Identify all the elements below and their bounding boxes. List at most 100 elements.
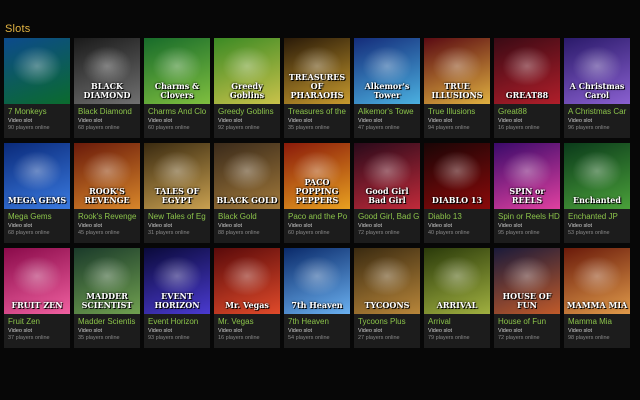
game-thumbnail[interactable]: Alkemor's Tower xyxy=(354,38,420,104)
game-thumbnail[interactable]: TALES OF EGYPT xyxy=(144,143,210,209)
game-card[interactable]: BLACK GOLD Black Gold Video slot 88 players… xyxy=(214,143,280,243)
game-thumbnail[interactable]: MEGA GEMS xyxy=(4,143,70,209)
thumbnail-artwork xyxy=(222,46,272,86)
game-name[interactable]: Spin or Reels HD xyxy=(498,212,560,222)
game-name[interactable]: 7 Monkeys xyxy=(8,107,70,117)
thumbnail-artwork xyxy=(502,151,552,191)
game-thumbnail[interactable]: Greedy Goblins xyxy=(214,38,280,104)
game-card[interactable]: MADDER SCIENTIST Madder Scientis Video slo… xyxy=(74,248,140,348)
game-thumbnail[interactable]: Enchanted xyxy=(564,143,630,209)
game-thumbnail[interactable]: A Christmas Carol xyxy=(564,38,630,104)
game-thumbnail[interactable]: HOUSE OF FUN xyxy=(494,248,560,314)
game-card[interactable]: TYCOONS Tycoons Plus Video slot 27 players … xyxy=(354,248,420,348)
game-name[interactable]: Tycoons Plus xyxy=(358,317,420,327)
game-card[interactable]: GREAT88 Great88 Video slot 16 players onlin… xyxy=(494,38,560,138)
game-name[interactable]: Charms And Clo xyxy=(148,107,210,117)
game-name[interactable]: Mega Gems xyxy=(8,212,70,222)
game-thumbnail[interactable]: Mr. Vegas xyxy=(214,248,280,314)
game-card[interactable]: SPIN or REELS Spin or Reels HD Video slot 9… xyxy=(494,143,560,243)
game-card[interactable]: EVENT HORIZON Event Horizon Video slot 93 p… xyxy=(144,248,210,348)
game-name[interactable]: Madder Scientis xyxy=(78,317,140,327)
game-logo: BLACK GOLD xyxy=(216,195,278,205)
game-name[interactable]: Enchanted JP xyxy=(568,212,630,222)
game-card[interactable]: Mr. Vegas Mr. Vegas Video slot 16 players o… xyxy=(214,248,280,348)
game-card[interactable]: TRUE ILLUSIONS True Illusions Video slot 94… xyxy=(424,38,490,138)
game-name[interactable]: Treasures of the xyxy=(288,107,350,117)
game-info: Arrival Video slot 79 players online xyxy=(424,314,490,342)
game-name[interactable]: Fruit Zen xyxy=(8,317,70,327)
game-info: Enchanted JP Video slot 53 players online xyxy=(564,209,630,237)
game-name[interactable]: Good Girl, Bad G xyxy=(358,212,420,222)
game-card[interactable]: ROOK'S REVENGE Rook's Revenge Video slot 45… xyxy=(74,143,140,243)
game-info: Alkemor's Towe Video slot 47 players onlin… xyxy=(354,104,420,132)
game-logo: HOUSE OF FUN xyxy=(502,291,552,310)
game-name[interactable]: 7th Heaven xyxy=(288,317,350,327)
game-logo: PACO POPPING PEPPERS xyxy=(295,177,339,205)
game-type: Video slot xyxy=(358,118,383,124)
game-type: Video slot xyxy=(218,223,243,229)
game-name[interactable]: Black Diamond xyxy=(78,107,140,117)
game-name[interactable]: Paco and the Po xyxy=(288,212,350,222)
game-name[interactable]: Alkemor's Towe xyxy=(358,107,420,117)
game-name[interactable]: Rook's Revenge xyxy=(78,212,140,222)
game-card[interactable]: Charms & Clovers Charms And Clo Video slot… xyxy=(144,38,210,138)
game-name[interactable]: New Tales of Eg xyxy=(148,212,210,222)
game-name[interactable]: Event Horizon xyxy=(148,317,210,327)
game-thumbnail[interactable]: MADDER SCIENTIST xyxy=(74,248,140,314)
game-thumbnail[interactable]: TREASURES OF PHARAOHS xyxy=(284,38,350,104)
game-card[interactable]: Enchanted Enchanted JP Video slot 53 player… xyxy=(564,143,630,243)
players-online: 94 players online xyxy=(428,125,470,131)
game-thumbnail[interactable] xyxy=(4,38,70,104)
game-name[interactable]: House of Fun xyxy=(498,317,560,327)
game-card[interactable]: 7th Heaven 7th Heaven Video slot 54 players… xyxy=(284,248,350,348)
game-name[interactable]: Arrival xyxy=(428,317,490,327)
game-card[interactable]: DIABLO 13 Diablo 13 Video slot 40 players o… xyxy=(424,143,490,243)
game-name[interactable]: Mamma Mia xyxy=(568,317,630,327)
game-card[interactable]: TALES OF EGYPT New Tales of Eg Video slot 3… xyxy=(144,143,210,243)
game-thumbnail[interactable]: EVENT HORIZON xyxy=(144,248,210,314)
game-name[interactable]: Black Gold xyxy=(218,212,280,222)
game-logo: Good Girl Bad Girl xyxy=(365,186,409,205)
game-thumbnail[interactable]: TYCOONS xyxy=(354,248,420,314)
game-card[interactable]: ARRIVAL Arrival Video slot 79 players onlin… xyxy=(424,248,490,348)
game-card[interactable]: BLACK DIAMOND Black Diamond Video slot 68 p… xyxy=(74,38,140,138)
game-card[interactable]: Good Girl Bad Girl Good Girl, Bad G Video … xyxy=(354,143,420,243)
game-card[interactable]: 7 Monkeys Video slot 90 players online xyxy=(4,38,70,138)
game-thumbnail[interactable]: Good Girl Bad Girl xyxy=(354,143,420,209)
game-card[interactable]: HOUSE OF FUN House of Fun Video slot 72 pla… xyxy=(494,248,560,348)
game-thumbnail[interactable]: TRUE ILLUSIONS xyxy=(424,38,490,104)
game-thumbnail[interactable]: MAMMA MIA xyxy=(564,248,630,314)
game-name[interactable]: Great88 xyxy=(498,107,560,117)
game-thumbnail[interactable]: BLACK GOLD xyxy=(214,143,280,209)
game-card[interactable]: MEGA GEMS Mega Gems Video slot 68 players o… xyxy=(4,143,70,243)
thumbnail-artwork xyxy=(432,256,482,296)
game-card[interactable]: PACO POPPING PEPPERS Paco and the Po Video… xyxy=(284,143,350,243)
game-thumbnail[interactable]: Charms & Clovers xyxy=(144,38,210,104)
game-info: Greedy Goblins Video slot 92 players onlin… xyxy=(214,104,280,132)
game-card[interactable]: A Christmas Carol A Christmas Car Video sl… xyxy=(564,38,630,138)
game-card[interactable]: Greedy Goblins Greedy Goblins Video slot 92… xyxy=(214,38,280,138)
game-type: Video slot xyxy=(288,223,313,229)
game-thumbnail[interactable]: 7th Heaven xyxy=(284,248,350,314)
players-online: 93 players online xyxy=(148,335,190,341)
game-card[interactable]: TREASURES OF PHARAOHS Treasures of the Vid… xyxy=(284,38,350,138)
game-card[interactable]: Alkemor's Tower Alkemor's Towe Video slot 4… xyxy=(354,38,420,138)
game-name[interactable]: A Christmas Car xyxy=(568,107,630,117)
game-thumbnail[interactable]: ROOK'S REVENGE xyxy=(74,143,140,209)
players-online: 47 players online xyxy=(358,125,400,131)
game-thumbnail[interactable]: ARRIVAL xyxy=(424,248,490,314)
game-logo: GREAT88 xyxy=(505,90,549,100)
thumbnail-artwork xyxy=(362,151,412,191)
game-thumbnail[interactable]: FRUIT ZEN xyxy=(4,248,70,314)
game-card[interactable]: FRUIT ZEN Fruit Zen Video slot 37 players o… xyxy=(4,248,70,348)
game-thumbnail[interactable]: DIABLO 13 xyxy=(424,143,490,209)
game-thumbnail[interactable]: BLACK DIAMOND xyxy=(74,38,140,104)
game-thumbnail[interactable]: PACO POPPING PEPPERS xyxy=(284,143,350,209)
game-name[interactable]: Mr. Vegas xyxy=(218,317,280,327)
game-thumbnail[interactable]: SPIN or REELS xyxy=(494,143,560,209)
game-name[interactable]: Diablo 13 xyxy=(428,212,490,222)
game-thumbnail[interactable]: GREAT88 xyxy=(494,38,560,104)
game-name[interactable]: Greedy Goblins xyxy=(218,107,280,117)
game-card[interactable]: MAMMA MIA Mamma Mia Video slot 98 players o… xyxy=(564,248,630,348)
game-name[interactable]: True Illusions xyxy=(428,107,490,117)
